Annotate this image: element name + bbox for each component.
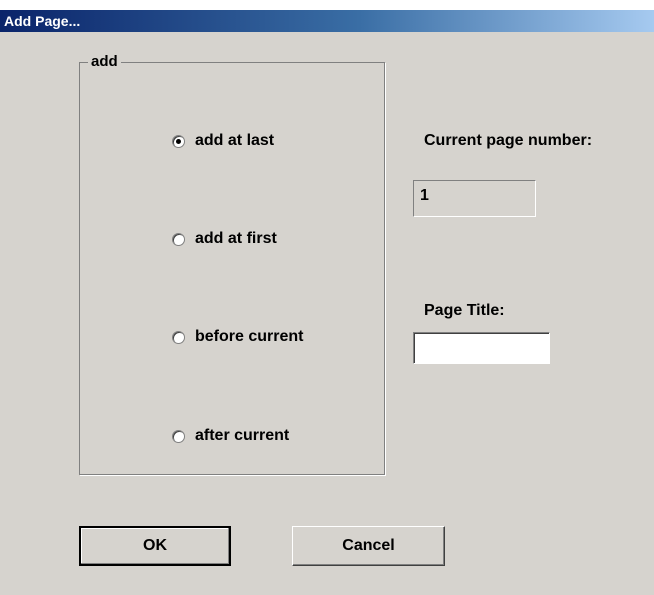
current-page-number-field: 1 bbox=[413, 180, 536, 217]
radio-after-current[interactable]: after current bbox=[172, 426, 289, 446]
radio-add-at-first[interactable]: add at first bbox=[172, 229, 277, 249]
window-title: Add Page... bbox=[0, 10, 654, 32]
radio-add-at-last[interactable]: add at last bbox=[172, 131, 274, 151]
add-groupbox bbox=[79, 62, 385, 475]
radio-before-current[interactable]: before current bbox=[172, 327, 303, 347]
radio-selected-dot bbox=[176, 138, 181, 144]
page-title-label: Page Title: bbox=[424, 302, 505, 319]
radio-label-after-current: after current bbox=[195, 427, 290, 444]
radio-label-add-at-first: add at first bbox=[195, 230, 277, 247]
ok-button[interactable]: OK bbox=[79, 526, 231, 566]
radio-circle-before-current[interactable] bbox=[172, 330, 185, 344]
cancel-button[interactable]: Cancel bbox=[292, 526, 445, 566]
radio-circle-add-at-last[interactable] bbox=[172, 134, 185, 148]
add-group-legend: add bbox=[88, 54, 121, 70]
radio-circle-add-at-first[interactable] bbox=[172, 232, 185, 246]
radio-circle-after-current[interactable] bbox=[172, 429, 185, 443]
radio-label-before-current: before current bbox=[195, 328, 304, 345]
current-page-number-label: Current page number: bbox=[424, 132, 593, 149]
page-title-input[interactable] bbox=[413, 332, 550, 364]
radio-label-add-at-last: add at last bbox=[195, 132, 275, 149]
